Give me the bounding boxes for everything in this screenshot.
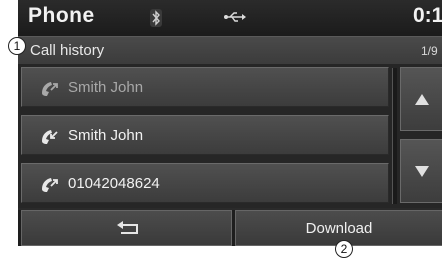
- contact-name: Smith John: [68, 79, 144, 96]
- list-item[interactable]: Smith John: [21, 67, 389, 107]
- list-item[interactable]: 01042048624: [21, 163, 389, 203]
- app-title: Phone: [28, 4, 95, 27]
- download-label: Download: [305, 220, 373, 237]
- incoming-call-icon: [42, 130, 58, 144]
- clock: 0:19: [413, 4, 442, 27]
- back-button[interactable]: [21, 210, 232, 246]
- contact-name: Smith John: [68, 127, 144, 144]
- triangle-up-icon: [415, 94, 429, 105]
- call-list: Smith John Smith John 01042048624: [18, 64, 442, 208]
- bottom-bar: Download: [18, 210, 442, 246]
- list-item[interactable]: Smith John: [21, 115, 389, 155]
- page-indicator: 1/9: [421, 44, 438, 58]
- page-title: Call history: [30, 42, 105, 59]
- call-history-header: Call history 1/9: [18, 36, 442, 66]
- scroll-down-button[interactable]: [400, 139, 442, 203]
- usb-icon: [224, 12, 246, 22]
- outgoing-call-icon: [42, 82, 58, 96]
- status-bar: Phone 0:19: [18, 0, 442, 36]
- callout-marker-1: 1: [8, 37, 26, 55]
- phone-screen: Phone 0:19 Call history 1/9 Smith John: [18, 0, 442, 246]
- bluetooth-icon: [150, 9, 162, 27]
- scroll-up-button[interactable]: [400, 67, 442, 131]
- triangle-down-icon: [415, 166, 429, 177]
- outgoing-call-icon: [42, 178, 58, 192]
- callout-marker-2: 2: [335, 240, 353, 258]
- phone-number: 01042048624: [68, 175, 160, 192]
- return-arrow-icon: [117, 221, 138, 234]
- scroll-separator: [392, 68, 397, 204]
